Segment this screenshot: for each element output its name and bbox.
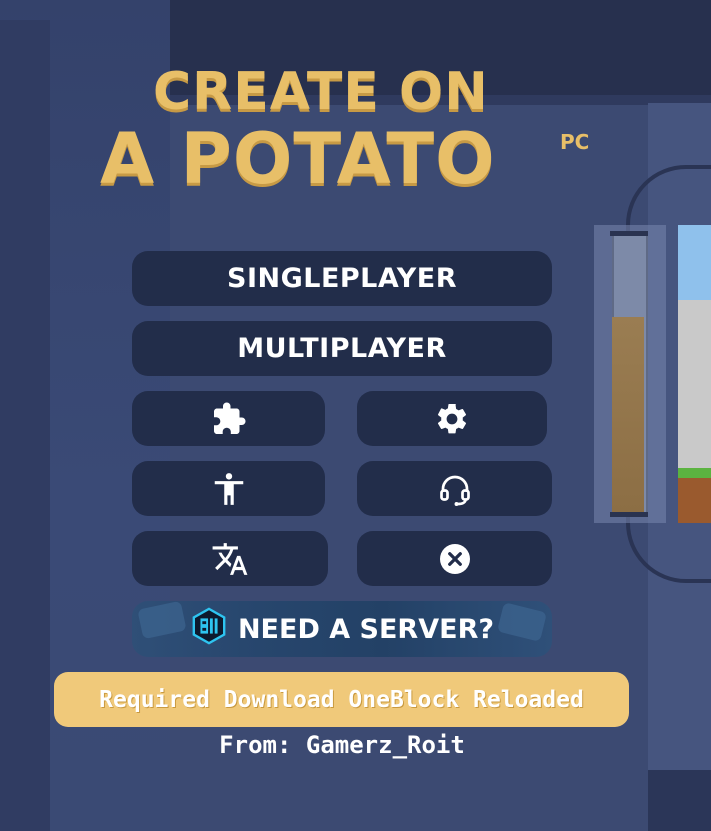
game-logo: CREATE ON A POTATO PC xyxy=(0,60,711,200)
window-stone xyxy=(678,300,711,480)
need-server-label: NEED A SERVER? xyxy=(237,613,495,645)
close-circle-icon xyxy=(437,541,473,577)
logo-line1: CREATE ON xyxy=(153,62,489,122)
multiplayer-button[interactable]: MULTIPLAYER xyxy=(132,321,552,376)
logo-suffix: PC xyxy=(560,130,590,154)
bisecthosting-logo-icon xyxy=(190,607,228,652)
server-deco-left xyxy=(137,601,187,640)
download-notice-text: Required Download OneBlock Reloaded xyxy=(99,686,584,713)
tube-cap-bottom xyxy=(610,512,648,517)
need-server-button[interactable]: NEED A SERVER? xyxy=(132,601,552,657)
mods-button[interactable] xyxy=(132,391,325,446)
world-window xyxy=(678,225,711,523)
singleplayer-label: SINGLEPLAYER xyxy=(227,263,457,294)
dirt-tube xyxy=(594,225,666,523)
gear-icon xyxy=(434,401,470,437)
download-notice: Required Download OneBlock Reloaded xyxy=(54,672,629,727)
support-button[interactable] xyxy=(357,461,552,516)
window-grass xyxy=(678,468,711,478)
settings-button[interactable] xyxy=(357,391,547,446)
window-dirt xyxy=(678,478,711,523)
headset-icon xyxy=(437,471,473,507)
logo-line2: A POTATO xyxy=(100,118,496,200)
floor xyxy=(648,770,711,831)
quit-button[interactable] xyxy=(357,531,552,586)
credit-text: From: Gamerz_Roit xyxy=(219,731,465,759)
language-button[interactable] xyxy=(132,531,328,586)
accessibility-icon xyxy=(210,470,248,508)
multiplayer-label: MULTIPLAYER xyxy=(237,333,447,364)
tube-dirt-fill xyxy=(612,317,644,515)
puzzle-icon xyxy=(211,401,247,437)
tube-cap-top xyxy=(610,231,648,236)
singleplayer-button[interactable]: SINGLEPLAYER xyxy=(132,251,552,306)
accessibility-button[interactable] xyxy=(132,461,325,516)
translate-icon xyxy=(211,540,249,578)
server-deco-right xyxy=(497,602,547,642)
